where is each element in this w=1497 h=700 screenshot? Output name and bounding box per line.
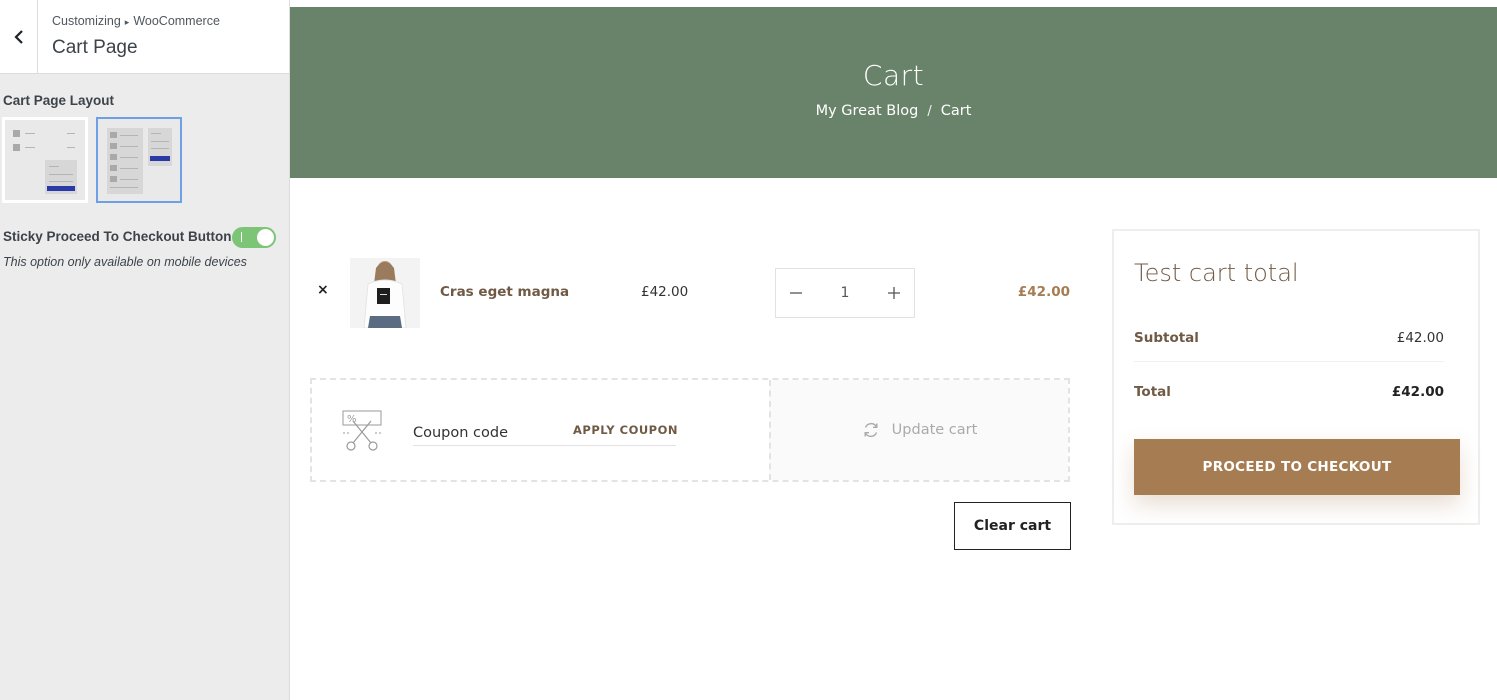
layout-checkout-bar [47,186,75,191]
app-root: Customizing ▸ WooCommerce Cart Page Cart P… [0,0,1497,700]
update-cart-label: Update cart [891,422,978,438]
breadcrumb-section: WooCommerce [133,14,220,28]
layout-thumb-icon [13,144,20,151]
totals-divider [1134,361,1444,362]
layout-line [49,181,73,182]
layout-line [110,187,138,188]
toggle-on-indicator [241,232,242,242]
quantity-increase-button[interactable] [874,269,914,317]
apply-coupon-button[interactable]: APPLY COUPON [573,423,678,437]
toggle-knob [257,229,274,246]
layout-checkout-bar [150,156,170,161]
clear-cart-button[interactable]: Clear cart [954,502,1071,550]
site-preview: Cart My Great Blog / Cart × Cras eget magn… [290,0,1497,700]
quantity-stepper [775,268,915,318]
chevron-left-icon [13,29,23,44]
layout-line [120,157,138,158]
layout-line [25,147,35,148]
back-button[interactable] [0,0,38,73]
layout-line [120,179,138,180]
cart-totals-box: Test cart total Subtotal £42.00 Total £4… [1112,229,1480,525]
refresh-icon [862,421,880,439]
layout-thumb-icon [110,176,117,182]
cart-layout-label: Cart Page Layout [3,93,115,108]
sticky-checkout-toggle[interactable] [232,227,276,248]
layout-thumb-icon [110,143,117,149]
layout-line [25,133,35,134]
coupon-actions: % APPLY COUPON Update cart [310,378,1070,482]
line-subtotal: £42.00 [1017,284,1070,300]
breadcrumb-arrow-icon: ▸ [124,17,130,27]
subtotal-label: Subtotal [1134,330,1199,346]
minus-icon [790,292,802,294]
layout-thumb-icon [110,154,117,160]
coupon-scissors-icon: % [342,410,382,451]
customizer-header: Customizing ▸ WooCommerce Cart Page [0,0,289,74]
layout-option-2[interactable] [96,117,182,203]
total-label: Total [1134,384,1171,400]
layout-line [120,168,138,169]
proceed-to-checkout-button[interactable]: PROCEED TO CHECKOUT [1134,439,1460,495]
layout-line [67,147,75,148]
sticky-checkout-note: This option only available on mobile dev… [3,255,247,269]
quantity-input[interactable] [816,269,874,317]
layout-line [49,174,73,175]
layout-line [49,166,59,167]
layout-line [120,146,138,147]
page-breadcrumb: My Great Blog / Cart [290,103,1497,119]
coupon-form: % APPLY COUPON [312,380,769,480]
cart-totals-title: Test cart total [1134,259,1299,287]
breadcrumb-current: Cart [940,103,972,119]
product-price: £42.00 [641,284,689,300]
panel-title: Cart Page [52,37,138,58]
sticky-checkout-label: Sticky Proceed To Checkout Button [3,229,232,244]
page-title: Cart [862,59,925,92]
layout-line [151,148,169,149]
layout-line [151,141,169,142]
layout-option-1[interactable] [2,117,88,203]
product-thumbnail[interactable] [350,258,420,328]
total-value: £42.00 [1391,384,1444,400]
product-image [350,258,420,328]
layout-thumb-icon [110,165,117,171]
subtotal-value: £42.00 [1396,330,1444,346]
layout-line [67,133,75,134]
layout-thumb-icon [13,130,20,137]
layout-line [151,133,161,134]
breadcrumb-root: Customizing [52,14,121,28]
customizer-sidebar: Customizing ▸ WooCommerce Cart Page Cart P… [0,0,290,700]
layout-line [120,135,138,136]
breadcrumb-home-link[interactable]: My Great Blog [816,103,919,119]
product-name-link[interactable]: Cras eget magna [440,284,569,300]
page-hero: Cart My Great Blog / Cart [290,7,1497,178]
quantity-decrease-button[interactable] [776,269,816,317]
plus-icon [888,287,900,299]
layout-thumb-icon [110,132,117,138]
customizer-breadcrumb: Customizing ▸ WooCommerce [52,14,220,28]
breadcrumb-separator: / [927,104,932,119]
remove-item-button[interactable]: × [317,282,329,298]
update-cart-button[interactable]: Update cart [769,380,1068,480]
